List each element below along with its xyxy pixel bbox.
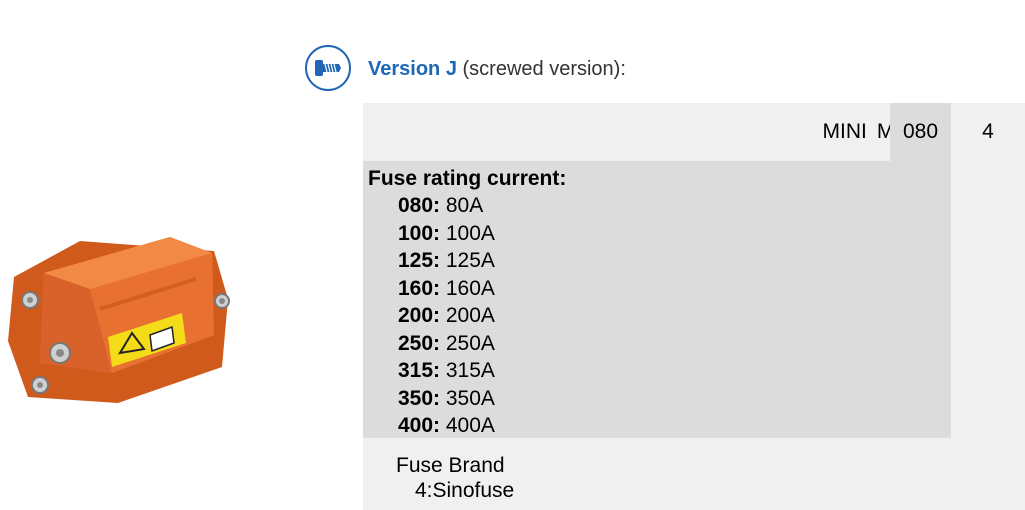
list-item: 200: 200A bbox=[398, 302, 495, 330]
code-rating-cell: 080 bbox=[890, 103, 951, 161]
rating-code: 250: bbox=[398, 331, 441, 355]
rating-code: 160: bbox=[398, 276, 441, 300]
list-item: 250: 250A bbox=[398, 330, 495, 358]
version-subtitle: (screwed version): bbox=[462, 57, 626, 80]
rating-value: 100A bbox=[445, 221, 495, 245]
list-item: 080: 80A bbox=[398, 192, 495, 220]
code-brand-cell: 4 bbox=[982, 120, 994, 143]
list-item: 400: 400A bbox=[398, 412, 495, 440]
fuse-brand-title: Fuse Brand bbox=[396, 454, 505, 477]
rating-value: 400A bbox=[445, 414, 495, 437]
product-image bbox=[8, 237, 230, 403]
fuse-rating-title: Fuse rating current: bbox=[368, 167, 567, 190]
rating-value: 350A bbox=[445, 386, 495, 410]
list-item: 315: 315A bbox=[398, 357, 495, 385]
version-label: Version J bbox=[368, 57, 457, 80]
rating-value: 315A bbox=[445, 359, 495, 382]
fuse-brand-section: Fuse Brand 4:Sinofuse bbox=[363, 438, 1025, 510]
rating-code: 400: bbox=[398, 414, 441, 437]
fuse-brand-value: 4:Sinofuse bbox=[415, 479, 515, 502]
fuse-rating-list: 080: 80A 100: 100A 125: 125A 160: 160A 2… bbox=[398, 192, 495, 440]
screw-icon bbox=[305, 45, 351, 91]
rating-value: 200A bbox=[445, 304, 495, 327]
version-title: Version J (screwed version): bbox=[368, 58, 626, 81]
list-item: 160: 160A bbox=[398, 275, 495, 303]
brand-column-spacer bbox=[951, 161, 1025, 438]
rating-value: 160A bbox=[445, 276, 495, 300]
order-code-row: MINI MSD J 080 4 bbox=[363, 103, 1025, 161]
list-item: 350: 350A bbox=[398, 385, 495, 413]
rating-value: 125A bbox=[445, 249, 495, 272]
rating-code: 350: bbox=[398, 386, 441, 410]
rating-value: 80A bbox=[445, 194, 484, 217]
code-part-mini: MINI bbox=[822, 120, 867, 143]
rating-code: 315: bbox=[398, 359, 441, 382]
rating-value: 250A bbox=[445, 331, 495, 355]
list-item: 125: 125A bbox=[398, 247, 495, 275]
rating-code: 125: bbox=[398, 249, 441, 272]
version-header: Version J (screwed version): bbox=[305, 44, 626, 92]
fuse-rating-section: Fuse rating current: 080: 80A 100: 100A … bbox=[363, 161, 951, 438]
rating-code: 200: bbox=[398, 304, 441, 327]
list-item: 100: 100A bbox=[398, 220, 495, 248]
rating-code: 080: bbox=[398, 194, 441, 217]
rating-code: 100: bbox=[398, 221, 441, 245]
